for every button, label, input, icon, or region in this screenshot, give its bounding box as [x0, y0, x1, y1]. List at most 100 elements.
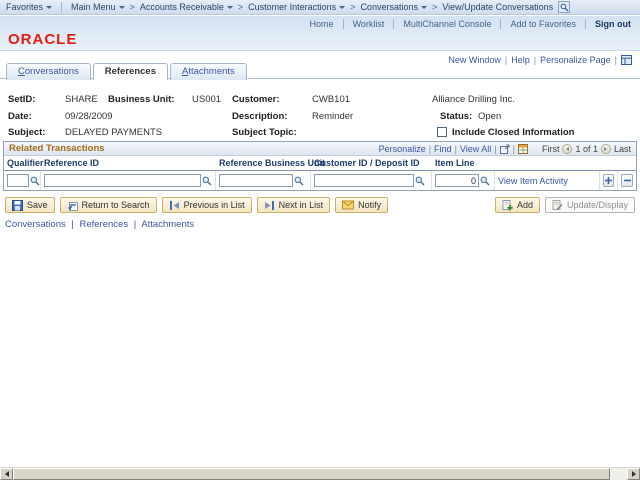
column-header-qualifier: Qualifier	[4, 156, 41, 170]
breadcrumb-separator	[238, 2, 243, 12]
save-button[interactable]: Save	[5, 197, 55, 213]
item-line-input[interactable]	[435, 174, 479, 187]
find-link[interactable]: Find	[434, 144, 452, 154]
next-in-list-button[interactable]: Next in List	[257, 197, 331, 213]
breadcrumb-accounts-receivable[interactable]: Accounts Receivable	[140, 2, 233, 12]
help-link[interactable]: Help	[511, 55, 530, 65]
tab-references[interactable]: References	[93, 63, 168, 80]
table-row: View Item Activity	[4, 171, 636, 190]
zoom-grid-icon[interactable]	[500, 144, 510, 154]
date-label: Date:	[8, 111, 32, 122]
include-closed-label: Include Closed Information	[452, 127, 574, 138]
scroll-right-arrow-icon[interactable]	[627, 468, 640, 480]
column-header-reference-id: Reference ID	[41, 156, 216, 170]
page-search-icon[interactable]	[558, 1, 570, 13]
grid-header-bar: Related Transactions Personalize Find Vi…	[4, 142, 636, 156]
chevron-down-icon	[339, 6, 345, 9]
scrollbar-track[interactable]	[610, 468, 627, 480]
toolbar: Save Return to Search Previous in List N…	[5, 197, 635, 213]
footer-references-link[interactable]: References	[79, 219, 128, 230]
personalize-page-link[interactable]: Personalize Page	[540, 55, 611, 65]
status-value: Open	[478, 111, 501, 122]
qualifier-input[interactable]	[7, 174, 29, 187]
related-transactions-grid: Related Transactions Personalize Find Vi…	[3, 141, 637, 191]
customer-label: Customer:	[232, 94, 280, 105]
reference-business-unit-lookup-magnifier-icon[interactable]	[294, 176, 304, 186]
date-value: 09/28/2009	[65, 111, 113, 122]
update-page-icon	[552, 200, 563, 211]
chevron-down-icon	[227, 6, 233, 9]
reference-business-unit-input[interactable]	[219, 174, 293, 187]
tab-bar: Conversations References Attachments	[6, 63, 247, 80]
breadcrumb-main-menu[interactable]: Main Menu	[71, 2, 125, 12]
customer-deposit-id-input[interactable]	[314, 174, 414, 187]
pager-first-label[interactable]: First	[542, 144, 560, 154]
return-to-search-button[interactable]: Return to Search	[60, 197, 157, 213]
column-header-reference-business-unit: Reference Business Unit	[216, 156, 311, 170]
reference-id-lookup-magnifier-icon[interactable]	[202, 176, 212, 186]
qualifier-lookup-magnifier-icon[interactable]	[30, 176, 40, 186]
oracle-logo: ORACLE	[8, 31, 77, 48]
description-label: Description:	[232, 111, 287, 122]
scroll-left-arrow-icon[interactable]	[0, 468, 13, 480]
business-unit-label: Business Unit:	[108, 94, 175, 105]
grid-column-headers: Qualifier Reference ID Reference Busines…	[4, 156, 636, 171]
setid-value: SHARE	[65, 94, 98, 105]
breadcrumb: Favorites Main Menu Accounts Receivable …	[0, 0, 640, 15]
pager-last-label[interactable]: Last	[614, 144, 631, 154]
personalize-grid-icon[interactable]	[621, 55, 632, 65]
header: Home Worklist MultiChannel Console Add t…	[0, 16, 640, 51]
sign-out-link[interactable]: Sign out	[585, 19, 634, 29]
tab-attachments[interactable]: Attachments	[170, 63, 247, 80]
view-item-activity-link[interactable]: View Item Activity	[498, 176, 568, 186]
add-to-favorites-link[interactable]: Add to Favorites	[500, 19, 585, 29]
view-all-link[interactable]: View All	[460, 144, 491, 154]
multichannel-console-link[interactable]: MultiChannel Console	[393, 19, 500, 29]
return-arrow-icon	[67, 200, 78, 211]
include-closed-checkbox[interactable]	[437, 127, 447, 137]
pager-previous-icon[interactable]	[562, 144, 572, 154]
personalize-link[interactable]: Personalize	[379, 144, 426, 154]
breadcrumb-current-page: View/Update Conversations	[442, 2, 553, 12]
grid-title: Related Transactions	[9, 143, 105, 154]
column-header-item-line: Item Line	[432, 156, 495, 170]
footer-attachments-link[interactable]: Attachments	[141, 219, 194, 230]
footer-conversations-link[interactable]: Conversations	[5, 219, 66, 230]
grid-pager: First 1 of 1 Last	[542, 144, 631, 154]
favorites-label: Favorites	[6, 2, 43, 12]
scrollbar-thumb[interactable]	[13, 468, 610, 480]
notify-envelope-icon	[342, 200, 354, 210]
breadcrumb-conversations[interactable]: Conversations	[360, 2, 427, 12]
horizontal-scrollbar[interactable]	[0, 467, 640, 480]
subject-topic-label: Subject Topic:	[232, 127, 297, 138]
business-unit-value: US001	[192, 94, 221, 105]
breadcrumb-customer-interactions[interactable]: Customer Interactions	[248, 2, 345, 12]
favorites-menu[interactable]: Favorites	[6, 2, 52, 12]
pager-position: 1 of 1	[575, 144, 598, 154]
new-window-link[interactable]: New Window	[448, 55, 501, 65]
column-header-customer-deposit-id: Customer ID / Deposit ID	[311, 156, 432, 170]
reference-id-input[interactable]	[44, 174, 201, 187]
item-line-lookup-magnifier-icon[interactable]	[480, 176, 490, 186]
setid-label: SetID:	[8, 94, 35, 105]
tab-conversations[interactable]: Conversations	[6, 63, 91, 80]
worklist-link[interactable]: Worklist	[343, 19, 394, 29]
add-row-button[interactable]	[603, 174, 614, 187]
add-button[interactable]: Add	[495, 197, 540, 213]
download-grid-icon[interactable]	[518, 144, 528, 154]
delete-row-button[interactable]	[621, 174, 633, 187]
update-display-button[interactable]: Update/Display	[545, 197, 635, 213]
header-links: Home Worklist MultiChannel Console Add t…	[301, 19, 634, 29]
next-arrow-icon	[264, 200, 275, 211]
notify-button[interactable]: Notify	[335, 197, 388, 213]
description-value: Reminder	[312, 111, 353, 122]
peoplesoft-window: Favorites Main Menu Accounts Receivable …	[0, 0, 640, 480]
breadcrumb-separator	[350, 2, 355, 12]
home-link[interactable]: Home	[301, 19, 343, 29]
previous-in-list-button[interactable]: Previous in List	[162, 197, 252, 213]
chevron-down-icon	[119, 6, 125, 9]
customer-deposit-id-lookup-magnifier-icon[interactable]	[415, 176, 425, 186]
pager-next-icon[interactable]	[601, 144, 611, 154]
subject-label: Subject:	[8, 127, 45, 138]
chevron-down-icon	[46, 6, 52, 9]
